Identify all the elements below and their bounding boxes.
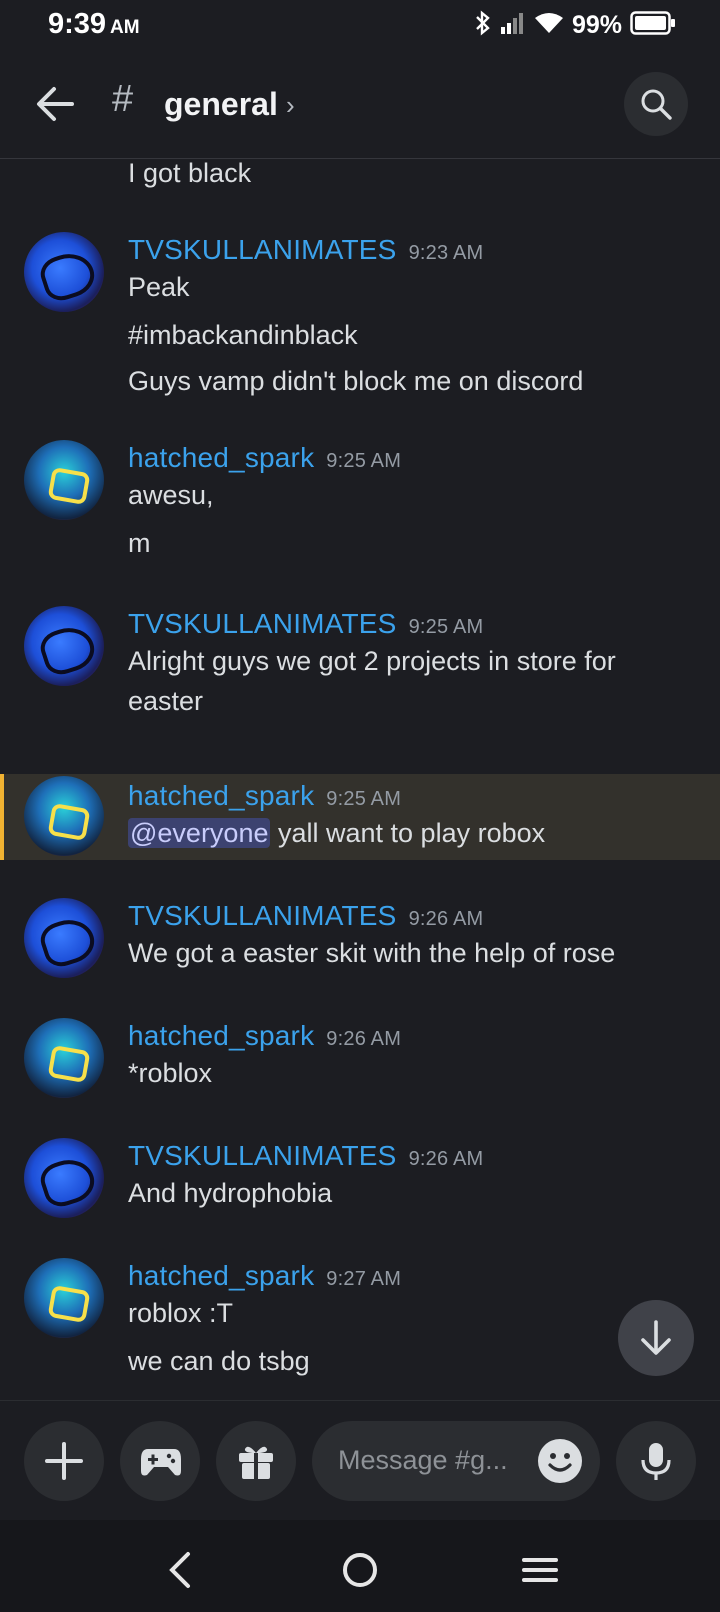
message-input-placeholder: Message #g... <box>338 1445 508 1475</box>
message-group[interactable]: hatched_spark 9:26 AM *roblox <box>0 1014 720 1104</box>
message-text: awesu, <box>128 480 214 510</box>
message-group[interactable]: TVSKULLANIMATES 9:26 AM We got a easter s… <box>0 894 720 984</box>
nav-home-button[interactable] <box>332 1542 388 1598</box>
message-group[interactable]: TVSKULLANIMATES 9:26 AM And hydrophobia <box>0 1134 720 1224</box>
message-author[interactable]: hatched_spark 9:26 AM <box>128 1020 401 1052</box>
message-author[interactable]: hatched_spark 9:27 AM <box>128 1260 401 1292</box>
message-group-mention[interactable]: hatched_spark 9:25 AM @everyone yall want… <box>0 774 720 860</box>
message-input[interactable]: Message #g... <box>312 1421 600 1501</box>
battery-percent: 99% <box>571 11 622 39</box>
search-button[interactable] <box>624 72 688 136</box>
add-attachment-button[interactable] <box>24 1421 104 1501</box>
avatar[interactable] <box>24 1138 104 1218</box>
channel-hash-icon: # <box>112 78 134 120</box>
message-author[interactable]: hatched_spark 9:25 AM <box>128 442 401 474</box>
message-continuation[interactable]: I got black <box>0 158 720 214</box>
avatar[interactable] <box>24 1018 104 1098</box>
status-icons: 99% <box>474 10 676 41</box>
activities-button[interactable] <box>120 1421 200 1501</box>
message-text: roblox :T <box>128 1298 234 1328</box>
message-timestamp: 9:23 AM <box>408 242 484 264</box>
back-button[interactable] <box>34 82 78 126</box>
arrow-left-icon <box>37 87 74 121</box>
chevron-left-icon <box>169 1552 190 1588</box>
bluetooth-icon <box>474 10 492 41</box>
voice-message-button[interactable] <box>616 1421 696 1501</box>
message-text: @everyone yall want to play robox <box>128 818 546 848</box>
wifi-icon <box>534 11 564 40</box>
message-composer: Message #g... <box>0 1400 720 1521</box>
message-text: m <box>128 528 151 558</box>
message-list[interactable]: I got black TVSKULLANIMATES 9:23 AM Peak … <box>0 158 720 1400</box>
channel-header: # general › <box>0 50 720 159</box>
jump-to-latest-button[interactable] <box>618 1300 694 1376</box>
message-group[interactable]: hatched_spark 9:27 AM roblox :T we can do… <box>0 1254 720 1394</box>
message-text: *roblox <box>128 1058 213 1088</box>
microphone-icon <box>641 1443 671 1480</box>
message-timestamp: 9:26 AM <box>408 1148 484 1170</box>
signal-icon <box>500 11 526 40</box>
gamepad-icon <box>141 1449 181 1476</box>
emoji-button[interactable] <box>538 1439 582 1483</box>
message-group[interactable]: hatched_spark 9:25 AM awesu, m <box>0 436 720 576</box>
message-text: we can do tsbg <box>128 1346 310 1376</box>
nav-back-button[interactable] <box>152 1542 208 1598</box>
message-text: And hydrophobia <box>128 1178 333 1208</box>
message-author[interactable]: TVSKULLANIMATES 9:25 AM <box>128 608 483 640</box>
system-navigation-bar <box>0 1520 720 1612</box>
chevron-right-icon[interactable]: › <box>286 90 295 121</box>
status-time: 9:39 AM <box>48 8 140 40</box>
plus-icon <box>45 1442 83 1480</box>
message-text: Guys vamp didn't block me on discord <box>128 366 584 396</box>
search-icon <box>641 89 672 120</box>
message-text: Alright guys we got 2 projects in store … <box>128 646 616 676</box>
message-timestamp: 9:25 AM <box>408 616 484 638</box>
gift-button[interactable] <box>216 1421 296 1501</box>
battery-icon <box>630 11 676 40</box>
message-author[interactable]: TVSKULLANIMATES 9:26 AM <box>128 900 483 932</box>
message-timestamp: 9:27 AM <box>326 1268 402 1290</box>
channel-name[interactable]: general <box>164 86 278 123</box>
message-text: easter <box>128 686 204 716</box>
everyone-mention[interactable]: @everyone <box>128 818 271 848</box>
message-text: I got black <box>128 158 252 188</box>
message-timestamp: 9:25 AM <box>326 788 402 810</box>
message-author[interactable]: hatched_spark 9:25 AM <box>128 780 401 812</box>
avatar[interactable] <box>24 776 104 856</box>
menu-lines-icon <box>522 1558 558 1582</box>
gift-icon <box>239 1446 273 1479</box>
avatar[interactable] <box>24 898 104 978</box>
nav-recents-button[interactable] <box>512 1542 568 1598</box>
message-timestamp: 9:26 AM <box>326 1028 402 1050</box>
message-text: #imbackandinblack <box>128 320 358 350</box>
message-group[interactable]: TVSKULLANIMATES 9:25 AM Alright guys we g… <box>0 602 720 732</box>
message-timestamp: 9:25 AM <box>326 450 402 472</box>
arrow-down-icon <box>641 1320 671 1355</box>
emoji-smile-icon <box>548 1453 572 1472</box>
message-timestamp: 9:26 AM <box>408 908 484 930</box>
message-text: We got a easter skit with the help of ro… <box>128 938 616 968</box>
message-text: Peak <box>128 272 190 302</box>
message-group[interactable]: TVSKULLANIMATES 9:23 AM Peak #imbackandin… <box>0 228 720 418</box>
avatar[interactable] <box>24 1258 104 1338</box>
avatar[interactable] <box>24 232 104 312</box>
avatar[interactable] <box>24 440 104 520</box>
avatar[interactable] <box>24 606 104 686</box>
status-bar: 9:39 AM 99% <box>0 0 720 50</box>
message-author[interactable]: TVSKULLANIMATES 9:23 AM <box>128 234 483 266</box>
circle-home-icon <box>343 1553 377 1587</box>
message-author[interactable]: TVSKULLANIMATES 9:26 AM <box>128 1140 483 1172</box>
